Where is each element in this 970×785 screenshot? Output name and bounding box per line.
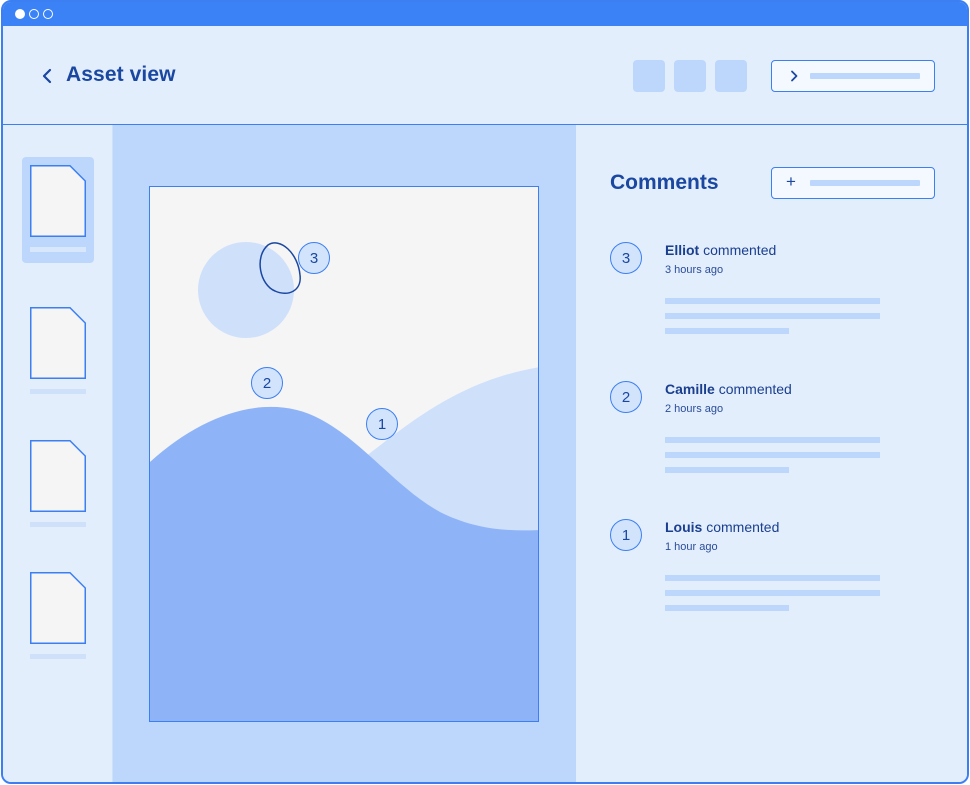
sun-shape bbox=[198, 242, 294, 338]
back-button[interactable] bbox=[37, 66, 57, 86]
window-minimize-dot[interactable] bbox=[29, 9, 39, 19]
comment-pin-3[interactable]: 3 bbox=[610, 242, 642, 274]
comments-panel: Comments + 3 Elliot commented 3 hours ag… bbox=[576, 125, 967, 782]
header: Asset view bbox=[3, 26, 967, 125]
next-button-label-placeholder bbox=[810, 73, 920, 79]
page-title: Asset view bbox=[66, 63, 176, 86]
pin-number: 2 bbox=[262, 374, 272, 392]
comment-text-placeholder bbox=[665, 467, 789, 473]
comment-text-placeholder bbox=[665, 590, 880, 596]
document-icon bbox=[30, 165, 86, 237]
comment-heading: Elliot commented bbox=[665, 242, 776, 258]
comment-pin-2[interactable]: 2 bbox=[610, 381, 642, 413]
comment-author: Louis bbox=[665, 519, 703, 535]
canvas-pin-3[interactable]: 3 bbox=[298, 242, 330, 274]
comment-time: 3 hours ago bbox=[665, 264, 724, 276]
asset-thumbnail-2[interactable] bbox=[22, 299, 94, 405]
canvas-area: 3 2 1 bbox=[113, 125, 576, 782]
canvas-pin-1[interactable]: 1 bbox=[366, 408, 398, 440]
thumbnail-caption-placeholder bbox=[30, 389, 86, 394]
comment-text-placeholder bbox=[665, 575, 880, 581]
thumbnail-caption-placeholder bbox=[30, 522, 86, 527]
comment-item[interactable]: 1 Louis commented 1 hour ago bbox=[610, 519, 940, 629]
comment-text-placeholder bbox=[665, 328, 789, 334]
comment-text-placeholder bbox=[665, 437, 880, 443]
pin-number: 1 bbox=[377, 415, 387, 433]
comment-author: Elliot bbox=[665, 242, 700, 258]
asset-sidebar bbox=[3, 125, 113, 782]
title-bar bbox=[3, 2, 967, 26]
asset-artboard[interactable]: 3 2 1 bbox=[149, 186, 539, 722]
comment-time: 1 hour ago bbox=[665, 541, 718, 553]
document-icon bbox=[30, 307, 86, 379]
chevron-left-icon bbox=[42, 68, 52, 84]
comment-text-placeholder bbox=[665, 298, 880, 304]
document-icon bbox=[30, 572, 86, 644]
add-comment-button[interactable]: + bbox=[771, 167, 935, 199]
chevron-right-icon bbox=[791, 70, 798, 82]
landscape-illustration bbox=[150, 242, 538, 721]
comment-pin-1[interactable]: 1 bbox=[610, 519, 642, 551]
pin-number: 2 bbox=[621, 388, 631, 406]
pin-number: 3 bbox=[621, 249, 631, 267]
comment-time: 2 hours ago bbox=[665, 403, 724, 415]
comment-text-placeholder bbox=[665, 452, 880, 458]
comments-title: Comments bbox=[610, 171, 719, 194]
comment-action: commented bbox=[702, 519, 780, 535]
canvas-pin-2[interactable]: 2 bbox=[251, 367, 283, 399]
comment-heading: Louis commented bbox=[665, 519, 779, 535]
comment-action: commented bbox=[699, 242, 777, 258]
thumbnail-caption-placeholder bbox=[30, 247, 86, 252]
thumbnail-caption-placeholder bbox=[30, 654, 86, 659]
comment-author: Camille bbox=[665, 381, 715, 397]
comment-item[interactable]: 3 Elliot commented 3 hours ago bbox=[610, 242, 940, 352]
window-close-dot[interactable] bbox=[15, 9, 25, 19]
comment-text-placeholder bbox=[665, 313, 880, 319]
asset-thumbnail-3[interactable] bbox=[22, 432, 94, 538]
plus-icon: + bbox=[786, 172, 796, 191]
app-window: Asset view 3 2 1 Comments + 3 Elliot com… bbox=[1, 0, 969, 784]
asset-thumbnail-4[interactable] bbox=[22, 564, 94, 670]
pin-number: 1 bbox=[621, 526, 631, 544]
next-button[interactable] bbox=[771, 60, 935, 92]
add-comment-label-placeholder bbox=[810, 180, 920, 186]
comment-heading: Camille commented bbox=[665, 381, 792, 397]
tool-button-1[interactable] bbox=[633, 60, 665, 92]
tool-button-2[interactable] bbox=[674, 60, 706, 92]
comment-action: commented bbox=[714, 381, 792, 397]
pin-number: 3 bbox=[309, 249, 319, 267]
window-maximize-dot[interactable] bbox=[43, 9, 53, 19]
comment-text-placeholder bbox=[665, 605, 789, 611]
document-icon bbox=[30, 440, 86, 512]
tool-button-3[interactable] bbox=[715, 60, 747, 92]
asset-thumbnail-1[interactable] bbox=[22, 157, 94, 263]
comment-item[interactable]: 2 Camille commented 2 hours ago bbox=[610, 381, 940, 491]
